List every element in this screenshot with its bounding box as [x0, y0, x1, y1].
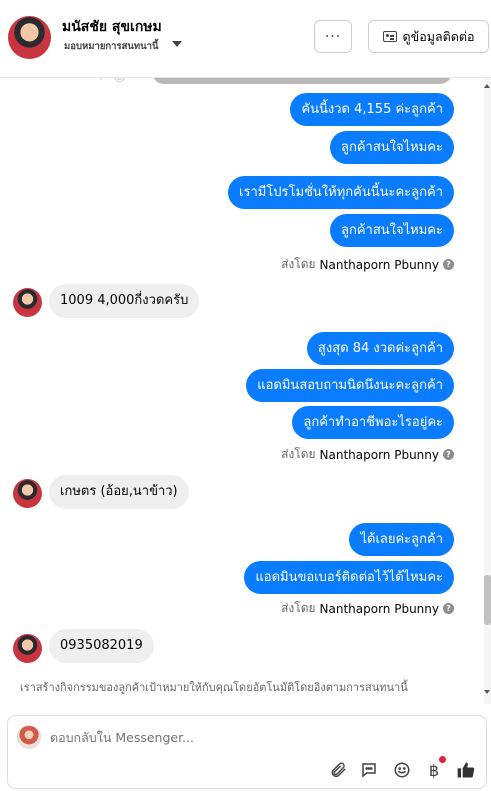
outgoing-message[interactable]: แอดมินสอบถามนิดนึงนะคะลูกค้า	[246, 369, 454, 402]
incoming-message[interactable]: 0935082019	[49, 629, 154, 663]
message-composer: ฿	[7, 715, 487, 789]
conversation-header: มนัสชัย สุขเกษม มอบหมายการสนทนานี้ ··· ด…	[0, 0, 491, 78]
outgoing-message[interactable]: ได้เลยค่ะลูกค้า	[349, 523, 454, 556]
outgoing-message[interactable]: ลูกค้าสนใจไหมคะ	[330, 214, 454, 247]
info-icon[interactable]: ?	[443, 449, 454, 460]
paperclip-icon[interactable]	[328, 760, 348, 780]
baht-icon[interactable]: ฿	[424, 756, 446, 780]
sent-by-name: Nanthaporn Pbunny	[319, 447, 439, 462]
incoming-message[interactable]: เกษตร (อ้อย,นาข้าว)	[49, 475, 189, 509]
emoji-icon[interactable]	[392, 760, 412, 780]
sent-by-prefix: ส่งโดย	[281, 447, 316, 461]
sent-by-label: ส่งโดย Nanthaporn Pbunny ?	[281, 255, 454, 274]
outgoing-message[interactable]: ลูกค้าสนใจไหมคะ	[330, 131, 454, 164]
view-contact-button[interactable]: ดูข้อมูลติดต่อ	[368, 20, 489, 53]
outgoing-message[interactable]: คันนี้งวด 4,155 ค่ะลูกค้า	[290, 93, 454, 126]
message-actions-icon[interactable]: ↩ ☺	[98, 78, 127, 85]
outgoing-message[interactable]: เรามีโปรโมชั่นให้ทุกคันนี้นะคะลูกค้า	[228, 176, 454, 209]
scroll-down-arrow[interactable]	[484, 690, 490, 694]
contact-avatar-small[interactable]	[13, 288, 42, 317]
lead-activity-note: เราสร้างกิจกรรมของลูกค้าเป้าหมายให้กับคุ…	[20, 681, 408, 694]
info-icon[interactable]: ?	[443, 259, 454, 270]
incoming-message[interactable]: 1009 4,000กี่งวดครับ	[49, 284, 200, 318]
contact-name[interactable]: มนัสชัย สุขเกษม	[62, 16, 162, 38]
contact-avatar-small[interactable]	[13, 479, 42, 508]
message-thread[interactable]: ↩ ☺ คันนี้งวด 4,155 ค่ะลูกค้า ลูกค้าสนใจ…	[0, 78, 491, 704]
sent-by-name: Nanthaporn Pbunny	[319, 601, 439, 616]
notification-dot	[439, 756, 446, 763]
contact-avatar-small[interactable]	[13, 634, 42, 663]
info-icon[interactable]: ?	[443, 603, 454, 614]
scroll-up-arrow[interactable]	[484, 84, 490, 88]
baht-symbol: ฿	[428, 760, 440, 780]
outgoing-message[interactable]: สูงสุด 84 งวดค่ะลูกค้า	[306, 332, 454, 365]
outgoing-message[interactable]: ลูกค้าทำอาชีพอะไรอยู่คะ	[292, 406, 454, 439]
sent-by-prefix: ส่งโดย	[281, 601, 316, 615]
caret-down-icon[interactable]	[172, 41, 182, 47]
outgoing-message[interactable]: แอดมินขอเบอร์ติดต่อไว้ได้ไหมคะ	[244, 561, 454, 594]
more-options-button[interactable]: ···	[314, 20, 352, 53]
sent-by-name: Nanthaporn Pbunny	[319, 257, 439, 272]
reply-input[interactable]	[50, 730, 350, 745]
sent-by-label: ส่งโดย Nanthaporn Pbunny ?	[281, 445, 454, 464]
previous-attachment[interactable]	[152, 78, 452, 84]
scrollbar-thumb[interactable]	[484, 575, 491, 625]
contact-card-icon	[382, 31, 397, 42]
contact-avatar[interactable]	[8, 16, 51, 59]
thumbs-up-icon[interactable]	[456, 760, 476, 780]
view-contact-label: ดูข้อมูลติดต่อ	[402, 28, 475, 44]
sent-by-label: ส่งโดย Nanthaporn Pbunny ?	[281, 599, 454, 618]
chat-bubble-icon[interactable]	[359, 760, 379, 780]
page-avatar	[17, 725, 41, 749]
sent-by-prefix: ส่งโดย	[281, 257, 316, 271]
assign-conversation-dropdown[interactable]: มอบหมายการสนทนานี้	[64, 39, 159, 54]
